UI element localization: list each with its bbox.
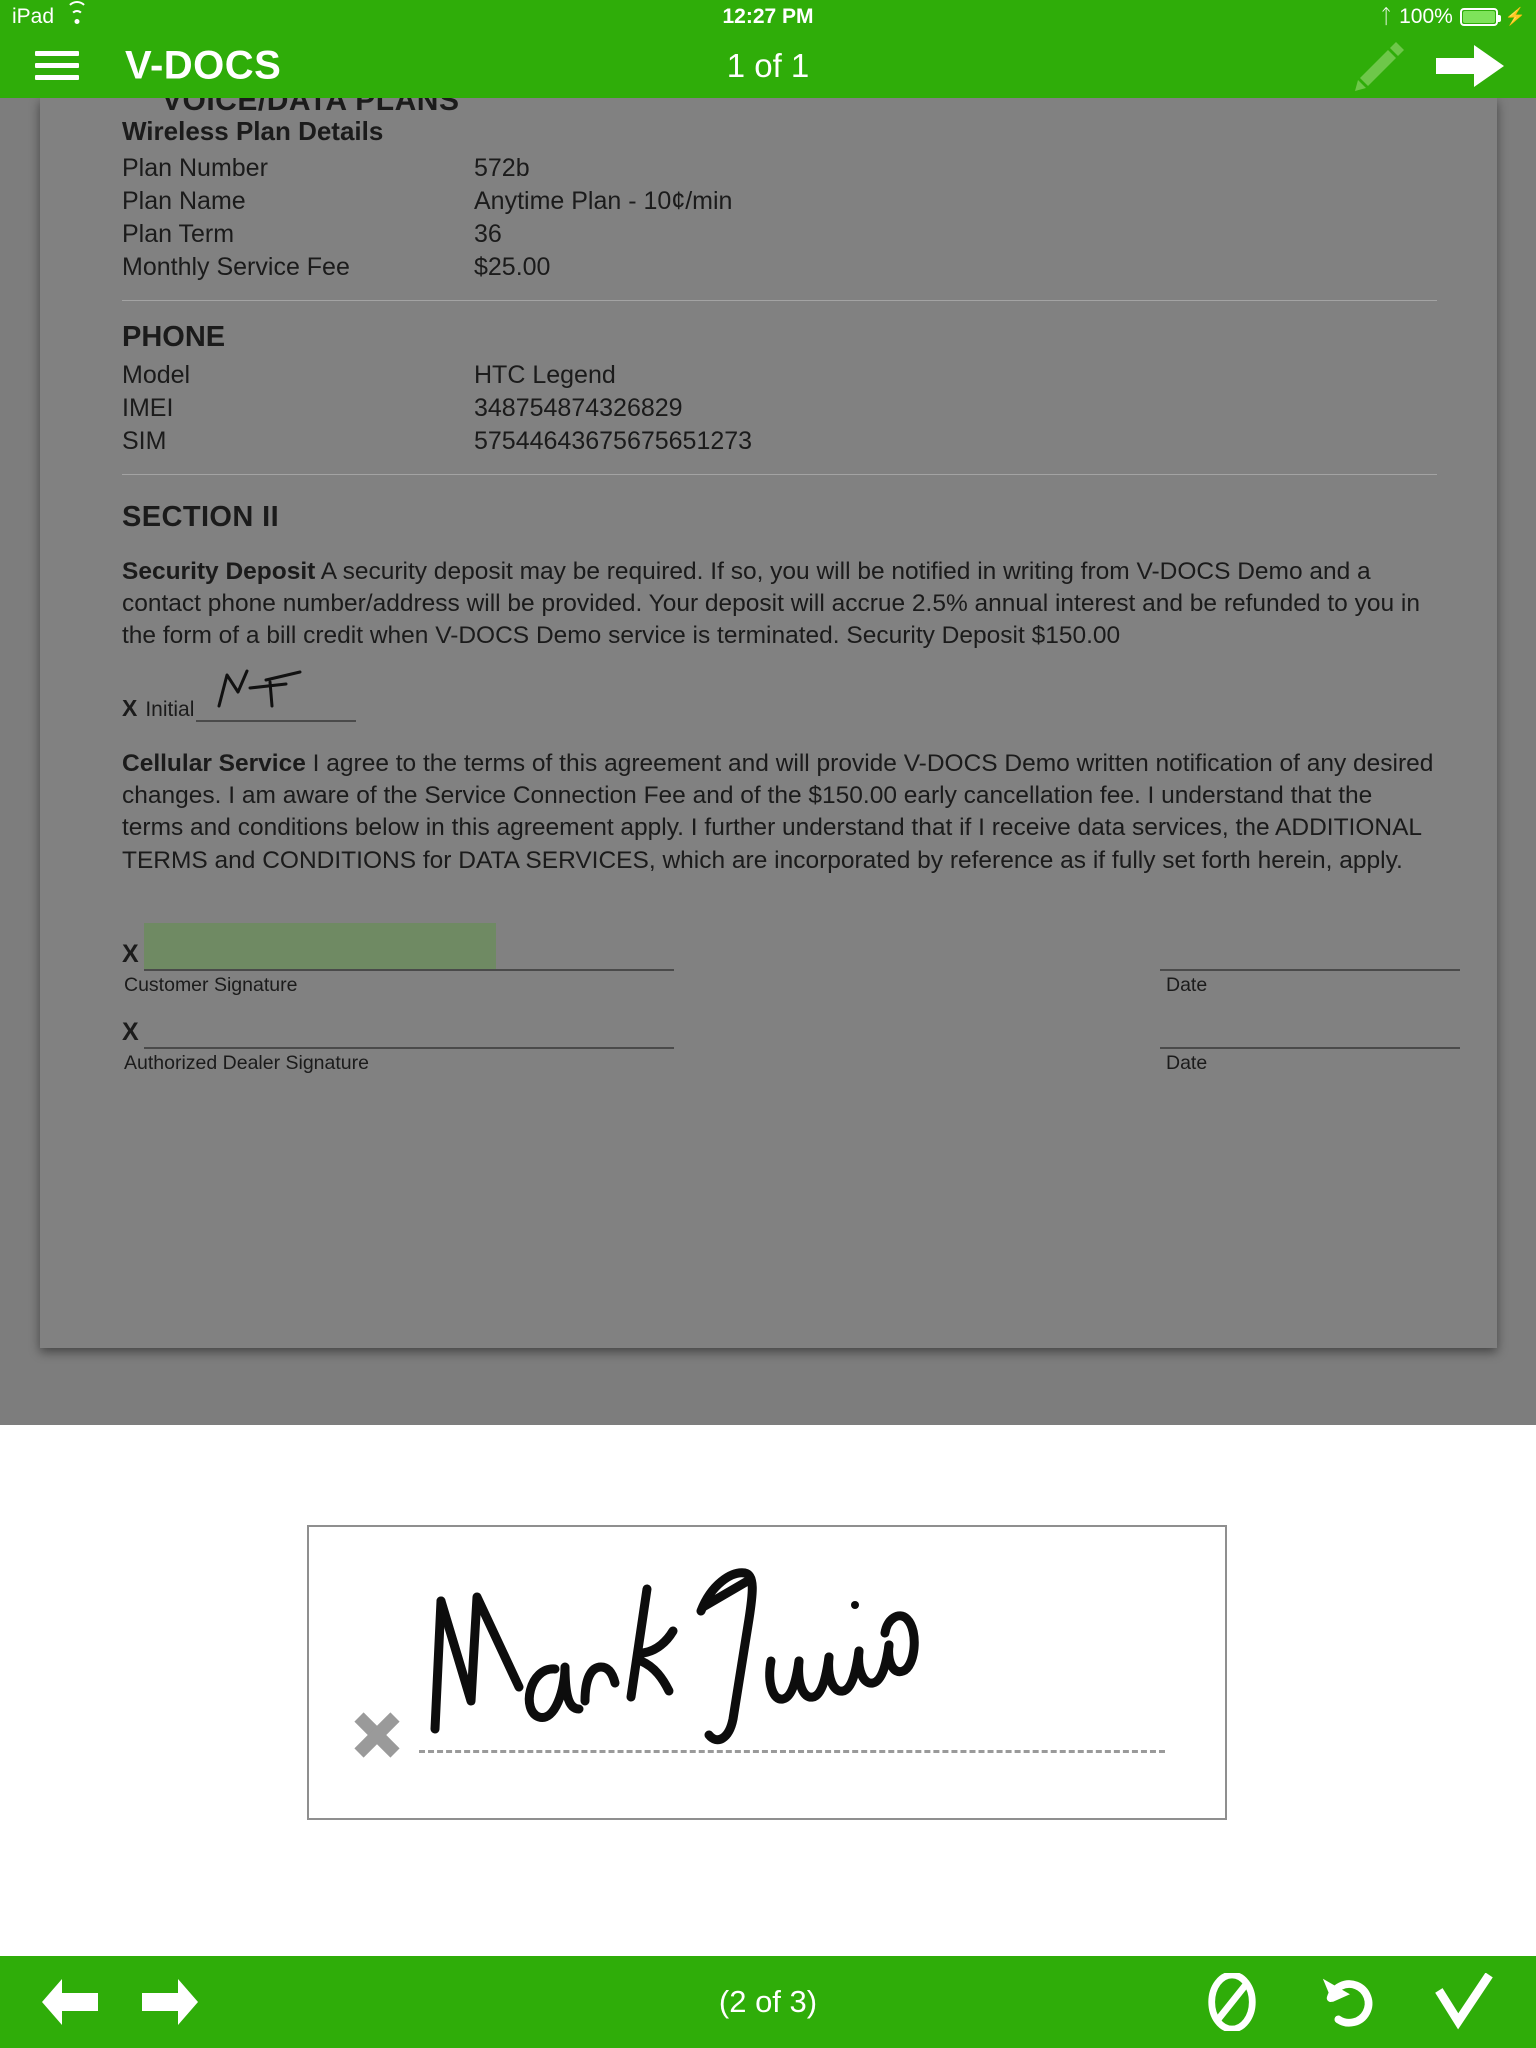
navigation-bar: V-DOCS 1 of 1 xyxy=(0,33,1536,98)
app-root: iPad 12:27 PM ᛏ 100% ⚡ V-DOCS 1 of 1 VOI… xyxy=(0,0,1536,2048)
document-clipped-heading: VOICE/DATA PLANS xyxy=(162,98,460,117)
nav-next-arrow-icon[interactable] xyxy=(1434,38,1506,94)
field-value: Anytime Plan - 10¢/min xyxy=(474,187,733,215)
bluetooth-icon: ᛏ xyxy=(1380,5,1393,28)
table-row: Model HTC Legend xyxy=(122,361,1437,390)
toolbar-action-group xyxy=(1202,1973,1494,2031)
pencil-icon[interactable] xyxy=(1352,38,1408,94)
initial-handwriting-mark xyxy=(217,669,302,708)
customer-signature-active-highlight[interactable] xyxy=(144,922,496,969)
table-row: Plan Term 36 xyxy=(122,220,1437,249)
customer-date-line[interactable] xyxy=(1160,968,1460,971)
field-label: Model xyxy=(122,361,191,389)
signature-x-mark: X xyxy=(122,1017,139,1046)
initial-field-line xyxy=(196,720,357,723)
document-page[interactable]: VOICE/DATA PLANS Wireless Plan Details P… xyxy=(40,98,1497,1348)
dealer-signature-caption: Authorized Dealer Signature xyxy=(124,1051,369,1074)
field-label: IMEI xyxy=(122,394,174,422)
table-row: Monthly Service Fee $25.00 xyxy=(122,253,1437,282)
field-label: Monthly Service Fee xyxy=(122,253,350,281)
field-label: Plan Term xyxy=(122,220,235,248)
dealer-signature-row[interactable]: X Authorized Dealer Signature Date xyxy=(122,997,1460,1075)
security-deposit-title: Security Deposit xyxy=(122,558,316,585)
field-value: $25.00 xyxy=(474,253,551,281)
security-deposit-body: A security deposit may be required. If s… xyxy=(122,558,1420,650)
accept-checkmark-icon[interactable] xyxy=(1434,1973,1494,2031)
bottom-toolbar: (2 of 3) xyxy=(0,1956,1536,2048)
battery-icon xyxy=(1459,7,1501,26)
dealer-date-caption: Date xyxy=(1166,1051,1208,1074)
field-value: 36 xyxy=(474,220,502,248)
field-value: HTC Legend xyxy=(474,361,616,389)
signature-block: X Customer Signature Date X Authorized D… xyxy=(122,919,1460,1075)
document-viewport[interactable]: VOICE/DATA PLANS Wireless Plan Details P… xyxy=(0,98,1536,1425)
initial-field-label: Initial xyxy=(145,698,195,722)
cellular-service-title: Cellular Service xyxy=(122,750,306,778)
initial-field[interactable]: X Initial xyxy=(122,669,1437,723)
page-indicator: 1 of 1 xyxy=(726,46,810,84)
divider xyxy=(122,474,1437,475)
dealer-signature-line[interactable] xyxy=(144,1046,674,1049)
dealer-date-line[interactable] xyxy=(1160,1046,1460,1049)
signature-pad[interactable] xyxy=(307,1525,1227,1820)
customer-signature-line[interactable] xyxy=(144,968,674,971)
field-value: 348754874326829 xyxy=(474,394,683,422)
section-two-heading: SECTION II xyxy=(122,501,280,533)
customer-signature-caption: Customer Signature xyxy=(124,973,298,996)
field-value: 57544643675675651273 xyxy=(474,427,753,455)
status-bar-right: ᛏ 100% ⚡ xyxy=(1380,5,1526,29)
no-entry-icon[interactable] xyxy=(1202,1973,1262,2031)
document-content: Wireless Plan Details Plan Number 572b P… xyxy=(122,116,1460,1075)
undo-arrow-icon[interactable] xyxy=(1318,1973,1378,2031)
status-bar-clock: 12:27 PM xyxy=(722,4,814,28)
initial-x-mark: X xyxy=(122,695,138,722)
field-value: 572b xyxy=(474,154,530,182)
table-row: Plan Name Anytime Plan - 10¢/min xyxy=(122,187,1437,216)
table-row: IMEI 348754874326829 xyxy=(122,394,1437,423)
cellular-service-body: I agree to the terms of this agreement a… xyxy=(122,750,1434,874)
battery-percent-label: 100% xyxy=(1399,4,1453,28)
divider xyxy=(122,300,1437,301)
field-label: Plan Number xyxy=(122,154,268,182)
cellular-service-paragraph: Cellular Service I agree to the terms of… xyxy=(122,748,1437,876)
phone-heading: PHONE xyxy=(122,321,226,353)
field-label: Plan Name xyxy=(122,187,246,215)
field-label: SIM xyxy=(122,427,167,455)
table-row: Plan Number 572b xyxy=(122,154,1437,183)
status-bar: iPad 12:27 PM ᛏ 100% ⚡ xyxy=(0,0,1536,33)
customer-date-caption: Date xyxy=(1166,973,1208,996)
security-deposit-paragraph: Security Deposit A security deposit may … xyxy=(122,556,1437,652)
signature-handwriting xyxy=(430,1568,919,1745)
signature-x-mark: X xyxy=(122,939,139,968)
signature-capture-area xyxy=(0,1425,1536,1956)
table-row: SIM 57544643675675651273 xyxy=(122,427,1437,456)
wireless-plan-heading: Wireless Plan Details xyxy=(122,116,384,146)
charging-bolt-icon: ⚡ xyxy=(1504,6,1526,26)
customer-signature-row[interactable]: X Customer Signature Date xyxy=(122,919,1460,997)
